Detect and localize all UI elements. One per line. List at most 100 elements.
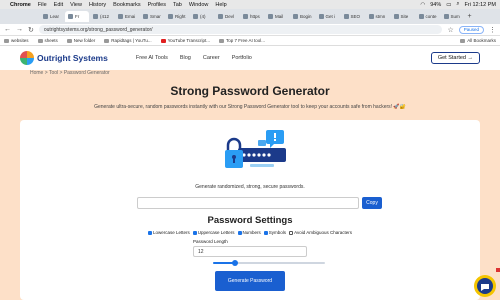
menu-chrome[interactable]: Chrome <box>10 2 31 8</box>
nav-free-ai-tools[interactable]: Free AI Tools <box>136 55 168 61</box>
menu-profiles[interactable]: Profiles <box>148 2 166 8</box>
tab-favicon-icon <box>118 14 123 19</box>
checkbox-lowercase[interactable] <box>147 230 152 235</box>
wifi-icon[interactable]: ◠ <box>420 2 425 8</box>
tab-favicon-icon <box>318 14 324 19</box>
more-menu-icon[interactable]: ⋮ <box>489 26 496 34</box>
settings-title: Password Settings <box>207 215 293 226</box>
browser-tab[interactable]: Devl <box>215 11 239 22</box>
option-label: Symbols <box>268 230 287 235</box>
browser-tab[interactable]: stmn <box>366 11 390 22</box>
tab-label: stmn <box>375 14 386 19</box>
menu-help[interactable]: Help <box>215 2 226 8</box>
browser-tab[interactable]: (412 <box>90 11 114 22</box>
checkbox-uppercase[interactable] <box>192 230 197 235</box>
tab-favicon-icon <box>293 14 298 19</box>
tab-label: Site <box>400 14 409 19</box>
browser-tab[interactable]: https <box>240 11 264 22</box>
browser-tab[interactable]: Sum <box>441 11 465 22</box>
tab-favicon-icon <box>268 14 273 19</box>
chat-bubble-icon[interactable] <box>470 268 500 300</box>
site-logo[interactable]: Outright Systems <box>20 51 108 65</box>
tab-label: Fr <box>75 14 80 19</box>
new-tab-icon[interactable]: + <box>468 13 472 20</box>
browser-tab[interactable]: SEO <box>341 11 365 22</box>
bookmark-sheets[interactable]: sheets <box>37 38 58 43</box>
password-length-slider[interactable] <box>213 260 325 266</box>
browser-tab[interactable]: conte <box>416 11 440 22</box>
menu-bookmarks[interactable]: Bookmarks <box>113 2 141 8</box>
tab-favicon-icon <box>418 14 424 19</box>
back-icon[interactable]: ← <box>4 26 11 33</box>
profile-paused-button[interactable]: Paused <box>458 25 484 34</box>
search-icon[interactable]: ⌕ <box>456 1 459 8</box>
all-bookmarks[interactable]: All Bookmarks <box>460 38 496 43</box>
site-header: Outright Systems Free AI Tools Blog Care… <box>0 46 500 70</box>
option-numbers[interactable]: Numbers <box>237 230 261 235</box>
page-subtitle: Generate ultra-secure, random passwords … <box>94 104 406 110</box>
bookmark-websites[interactable]: websites <box>4 38 29 43</box>
menu-history[interactable]: History <box>89 2 106 8</box>
option-avoid-ambiguous[interactable]: Avoid Ambiguous Characters <box>289 230 352 235</box>
nav-portfolio[interactable]: Portfolio <box>232 55 252 61</box>
url-bar[interactable]: outrightsystems.org/strong_password_gene… <box>38 25 443 34</box>
password-output-field[interactable] <box>137 197 359 209</box>
generate-password-button[interactable]: Generate Password <box>215 271 285 291</box>
nav-career[interactable]: Career <box>203 55 220 61</box>
tab-favicon-icon <box>143 14 148 19</box>
checkbox-symbols[interactable] <box>263 230 268 235</box>
bookmark-label: Rapidtags | YouTu... <box>111 38 152 43</box>
folder-icon <box>460 38 466 43</box>
copy-button[interactable]: Copy <box>362 197 382 209</box>
tab-label: https <box>250 14 260 19</box>
get-started-button[interactable]: Get Started → <box>430 52 480 64</box>
page-title: Strong Password Generator <box>170 84 330 98</box>
slider-thumb[interactable] <box>232 260 239 266</box>
option-uppercase[interactable]: Uppercase Letters <box>192 230 235 235</box>
bookmark-youtube-transcript[interactable]: YouTube Transcript... <box>160 38 210 43</box>
logo-mark-icon <box>20 51 34 65</box>
bookmark-new-folder[interactable]: New folder <box>66 38 95 43</box>
option-label: Lowercase Letters <box>152 230 190 235</box>
reload-icon[interactable]: ↻ <box>28 26 34 34</box>
browser-tab[interactable]: Smar <box>140 11 164 22</box>
url-text: outrightsystems.org/strong_password_gene… <box>43 26 153 33</box>
browser-tab[interactable]: Get i <box>316 11 340 22</box>
clock[interactable]: Fri 12:12 PM <box>465 2 496 8</box>
option-symbols[interactable]: Symbols <box>263 230 287 235</box>
tab-favicon-icon <box>243 14 248 19</box>
site-nav: Free AI Tools Blog Career Portfolio <box>136 55 252 61</box>
menu-file[interactable]: File <box>38 2 47 8</box>
menu-edit[interactable]: Edit <box>54 2 63 8</box>
bookmark-rapidtags[interactable]: Rapidtags | YouTu... <box>104 38 152 43</box>
browser-tab[interactable]: Bogin <box>290 11 315 22</box>
password-length-input[interactable]: 12 <box>193 246 307 257</box>
tab-favicon-icon <box>68 14 73 19</box>
battery-icon[interactable]: ▭ <box>446 2 451 8</box>
folder-icon <box>37 38 43 43</box>
browser-tab[interactable]: Emai <box>115 11 139 22</box>
forward-icon[interactable]: → <box>16 26 23 33</box>
checkbox-numbers[interactable] <box>237 230 242 235</box>
browser-tab[interactable]: Mail <box>265 11 289 22</box>
bookmark-label: sheets <box>44 38 58 43</box>
option-label: Avoid Ambiguous Characters <box>294 230 353 235</box>
browser-tab[interactable]: (4) <box>190 11 214 22</box>
option-lowercase[interactable]: Lowercase Letters <box>147 230 190 235</box>
star-icon[interactable]: ☆ <box>447 26 453 34</box>
tab-favicon-icon <box>343 14 349 19</box>
tagline: Generate randomized, strong, secure pass… <box>195 184 305 190</box>
browser-tab[interactable]: Right <box>165 11 189 22</box>
breadcrumb[interactable]: Home > Tool > Password Generator <box>30 70 110 75</box>
checkbox-avoid-ambiguous[interactable] <box>289 230 294 235</box>
nav-blog[interactable]: Blog <box>180 55 191 61</box>
menu-window[interactable]: Window <box>189 2 209 8</box>
browser-tab[interactable]: Lear <box>40 11 64 22</box>
browser-tab[interactable]: Fr <box>65 11 89 22</box>
browser-tab[interactable]: Site <box>391 11 415 22</box>
bookmark-top7-ai[interactable]: Top 7 Free AI tool... <box>219 38 265 43</box>
menu-tab[interactable]: Tab <box>173 2 182 8</box>
tab-favicon-icon <box>43 14 48 19</box>
menu-view[interactable]: View <box>70 2 82 8</box>
tab-label: Mail <box>275 14 284 19</box>
